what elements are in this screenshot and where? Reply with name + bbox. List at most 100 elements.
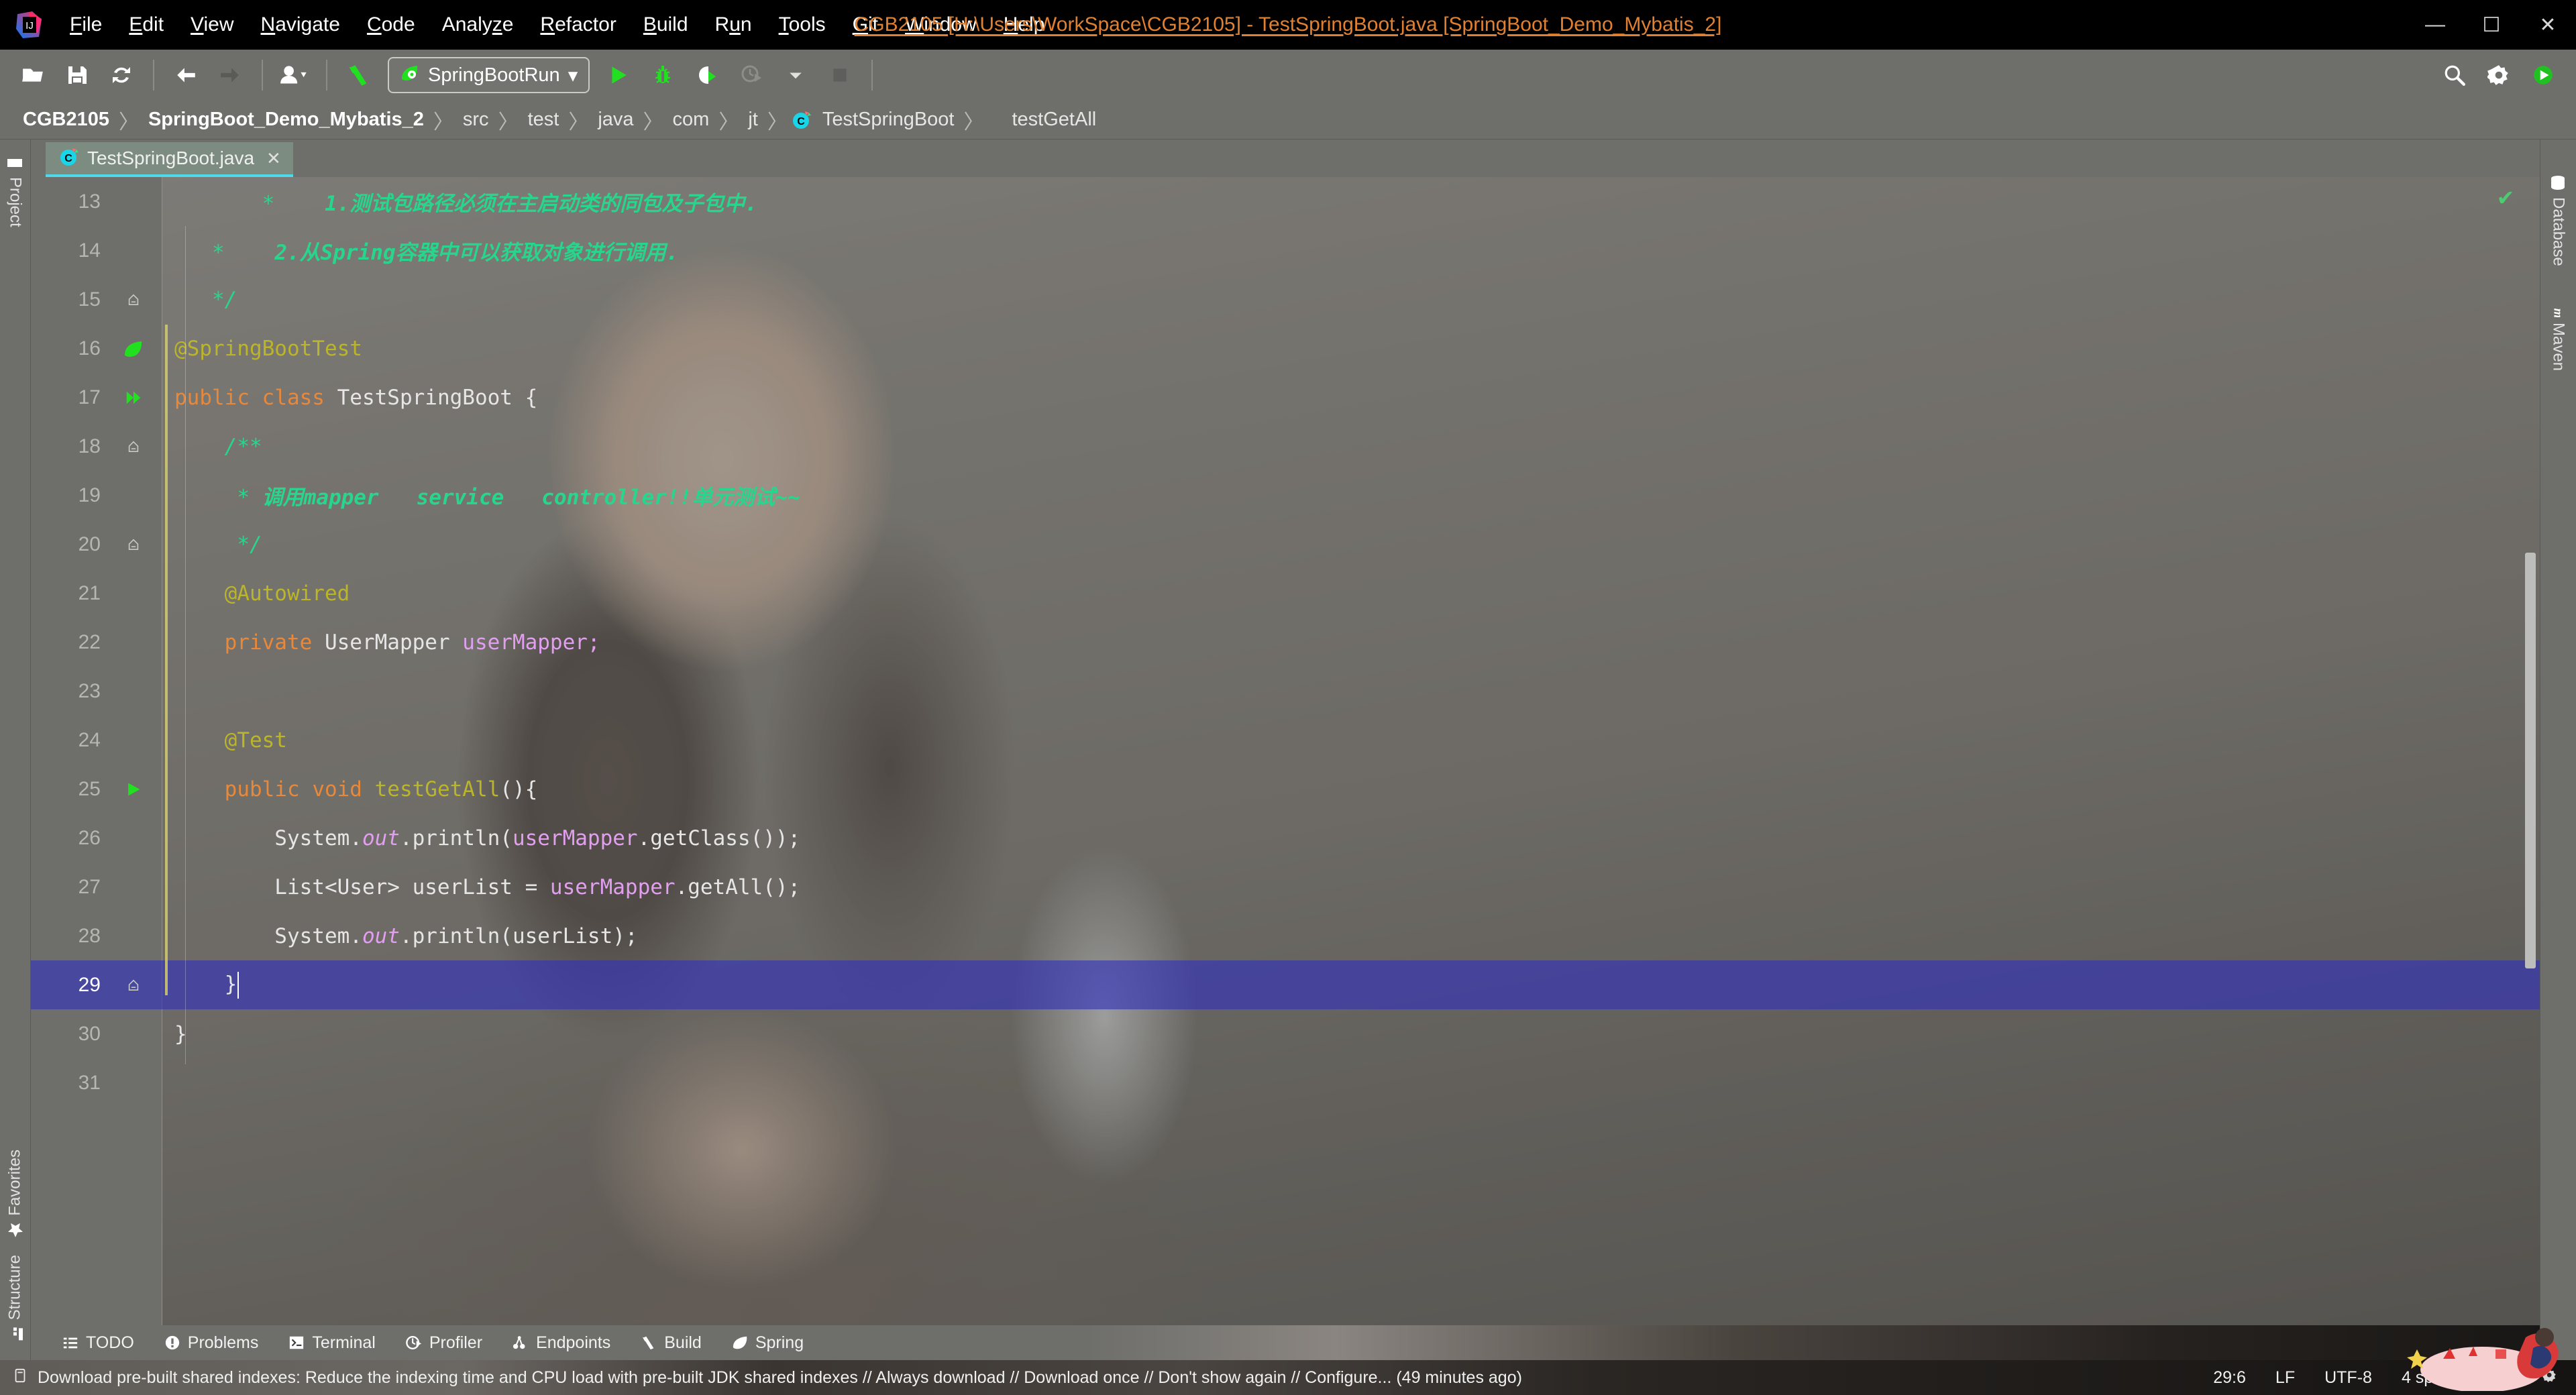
run-with-coverage-icon[interactable]: [689, 57, 725, 93]
menu-item-run[interactable]: Run: [702, 11, 765, 39]
code-text[interactable]: * 2.从Spring容器中可以获取对象进行调用.: [162, 235, 2540, 266]
fold-start-icon[interactable]: [105, 439, 162, 455]
code-line[interactable]: 22 private UserMapper userMapper;: [31, 618, 2540, 667]
open-folder-icon[interactable]: [15, 57, 51, 93]
code-text[interactable]: public void testGetAll(){: [162, 777, 2540, 801]
chevron-down-icon[interactable]: ▾: [568, 64, 578, 87]
more-chevron-icon[interactable]: [777, 57, 814, 93]
run-method-icon[interactable]: [105, 781, 162, 798]
run-icon[interactable]: [600, 57, 637, 93]
close-icon[interactable]: ✕: [266, 148, 281, 169]
code-line[interactable]: 27 List<User> userList = userMapper.getA…: [31, 862, 2540, 911]
sidebar-item-database[interactable]: Database: [2540, 166, 2576, 274]
close-button[interactable]: ✕: [2520, 0, 2576, 50]
caret-position[interactable]: 29:6: [2213, 1368, 2246, 1388]
lock-icon[interactable]: [2498, 1368, 2513, 1388]
code-line[interactable]: 25 public void testGetAll(){: [31, 765, 2540, 814]
code-line[interactable]: 21 @Autowired: [31, 569, 2540, 618]
save-all-icon[interactable]: [59, 57, 95, 93]
code-line[interactable]: 14 * 2.从Spring容器中可以获取对象进行调用.: [31, 226, 2540, 275]
code-line[interactable]: 31: [31, 1058, 2540, 1107]
code-line[interactable]: 13 * 1.测试包路径必须在主启动类的同包及子包中.: [31, 177, 2540, 226]
indent-setting[interactable]: 4 spaces: [2402, 1368, 2469, 1388]
sidebar-item-maven[interactable]: m Maven: [2540, 292, 2576, 379]
code-line[interactable]: 16 @SpringBootTest: [31, 324, 2540, 373]
breadcrumb-item-method[interactable]: testGetAll: [987, 109, 1102, 131]
code-line[interactable]: 17 public class TestSpringBoot {: [31, 373, 2540, 422]
fold-end-icon[interactable]: [105, 537, 162, 553]
fold-end-icon[interactable]: [105, 977, 162, 993]
profile-dropdown-icon[interactable]: [276, 57, 313, 93]
code-text[interactable]: }: [162, 1022, 2540, 1046]
bottom-tab-endpoints[interactable]: Endpoints: [497, 1333, 625, 1353]
code-text[interactable]: private UserMapper userMapper;: [162, 630, 2540, 655]
code-line[interactable]: 18 /**: [31, 422, 2540, 471]
line-separator[interactable]: LF: [2275, 1368, 2295, 1388]
breadcrumb-item-project[interactable]: CGB2105: [17, 109, 115, 131]
code-line[interactable]: 20 */: [31, 520, 2540, 569]
settings-gear-icon[interactable]: [2542, 1368, 2557, 1388]
breadcrumb-item-module[interactable]: SpringBoot_Demo_Mybatis_2: [143, 109, 429, 131]
bottom-tab-terminal[interactable]: Terminal: [273, 1333, 390, 1353]
code-text[interactable]: System.out.println(userMapper.getClass()…: [162, 826, 2540, 850]
code-line[interactable]: 29 }: [31, 960, 2540, 1009]
code-line[interactable]: 23: [31, 667, 2540, 716]
build-hammer-icon[interactable]: [341, 57, 377, 93]
code-text[interactable]: }: [162, 971, 2540, 999]
code-text[interactable]: */: [162, 533, 2540, 557]
bottom-tab-profiler[interactable]: Profiler: [390, 1333, 497, 1353]
code-text[interactable]: @Test: [162, 728, 2540, 752]
bottom-tab-todo[interactable]: TODO: [47, 1333, 149, 1353]
menu-item-file[interactable]: FFileile: [56, 11, 115, 39]
menu-item-help[interactable]: Help: [990, 11, 1059, 39]
menu-item-window[interactable]: Window: [892, 11, 990, 39]
editor-scrollbar[interactable]: [2517, 177, 2540, 1325]
code-text[interactable]: System.out.println(userList);: [162, 924, 2540, 948]
menu-item-navigate[interactable]: Navigate: [248, 11, 354, 39]
profile-icon[interactable]: [733, 57, 769, 93]
bottom-tab-spring[interactable]: Spring: [716, 1333, 818, 1353]
fold-end-icon[interactable]: [105, 292, 162, 308]
menu-item-edit[interactable]: Edit: [115, 11, 177, 39]
code-line[interactable]: 19 * 调用mapper service controller!!单元测试~~: [31, 471, 2540, 520]
bottom-tab-problems[interactable]: Problems: [149, 1333, 274, 1353]
code-text[interactable]: List<User> userList = userMapper.getAll(…: [162, 875, 2540, 899]
code-text[interactable]: */: [162, 288, 2540, 312]
bottom-tab-build[interactable]: Build: [625, 1333, 716, 1353]
minimize-button[interactable]: —: [2407, 0, 2463, 50]
breadcrumb-item-jt[interactable]: jt: [743, 109, 763, 131]
stop-icon[interactable]: [822, 57, 858, 93]
status-message-group[interactable]: Download pre-built shared indexes: Reduc…: [12, 1368, 1522, 1388]
notification-icon[interactable]: [12, 1368, 28, 1388]
breadcrumb-item-src[interactable]: src: [458, 109, 494, 131]
code-line[interactable]: 26 System.out.println(userMapper.getClas…: [31, 814, 2540, 862]
maximize-button[interactable]: ☐: [2463, 0, 2520, 50]
breadcrumb-item-class[interactable]: TestSpringBoot: [817, 109, 960, 131]
menu-item-analyze[interactable]: Analyze: [429, 11, 527, 39]
code-text[interactable]: @Autowired: [162, 581, 2540, 606]
menu-item-view[interactable]: View: [177, 11, 247, 39]
code-line[interactable]: 24 @Test: [31, 716, 2540, 765]
back-arrow-icon[interactable]: [168, 57, 204, 93]
scrollbar-thumb[interactable]: [2525, 553, 2536, 968]
settings-gear-icon[interactable]: [2481, 57, 2517, 93]
file-encoding[interactable]: UTF-8: [2324, 1368, 2372, 1388]
code-text[interactable]: /**: [162, 435, 2540, 459]
update-project-icon[interactable]: [2525, 57, 2561, 93]
spring-bean-icon[interactable]: [105, 339, 162, 359]
debug-icon[interactable]: [645, 57, 681, 93]
run-class-icon[interactable]: [105, 388, 162, 407]
sidebar-item-structure[interactable]: Structure: [0, 1247, 30, 1351]
code-text[interactable]: * 1.测试包路径必须在主启动类的同包及子包中.: [162, 186, 2540, 217]
code-lines-container[interactable]: 13 * 1.测试包路径必须在主启动类的同包及子包中. 14 * 2.从Sprin…: [31, 177, 2540, 1325]
code-line[interactable]: 15 */: [31, 275, 2540, 324]
status-message[interactable]: Download pre-built shared indexes: Reduc…: [38, 1368, 1522, 1388]
inspection-status-icon[interactable]: ✔: [2494, 186, 2517, 210]
run-configuration-selector[interactable]: SpringBootRun ▾: [388, 57, 590, 93]
code-text[interactable]: @SpringBootTest: [162, 337, 2540, 361]
breadcrumb-item-test[interactable]: test: [523, 109, 565, 131]
sidebar-item-favorites[interactable]: Favorites: [0, 1141, 30, 1247]
menu-item-git[interactable]: Git: [839, 11, 892, 39]
code-line[interactable]: 28 System.out.println(userList);: [31, 911, 2540, 960]
search-icon[interactable]: [2436, 57, 2473, 93]
